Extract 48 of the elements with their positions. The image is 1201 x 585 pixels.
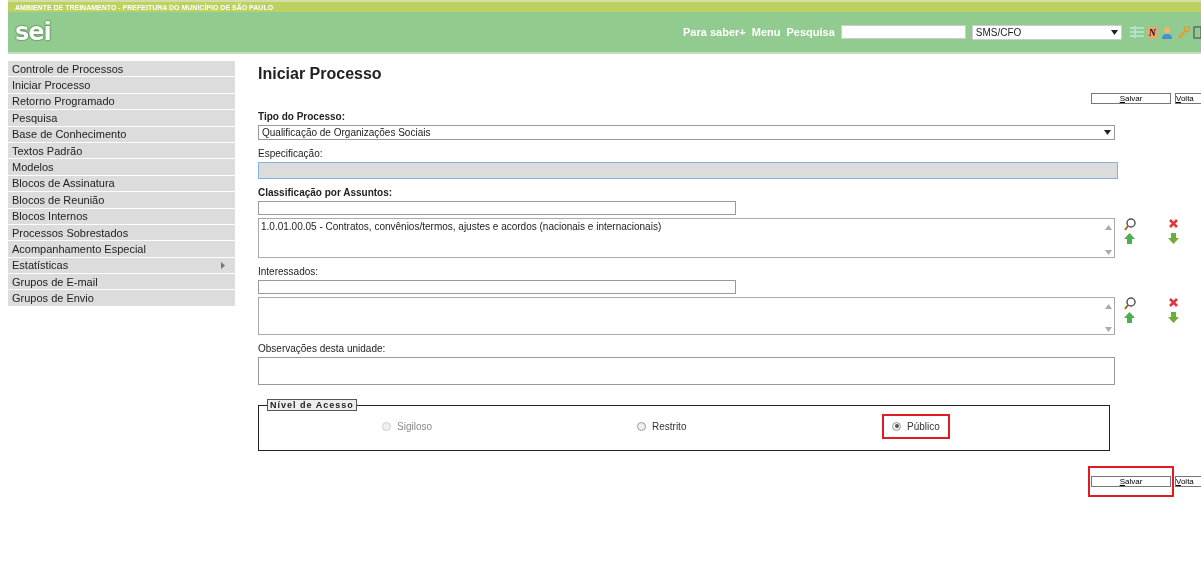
- exit-icon[interactable]: [1193, 25, 1201, 39]
- subject-search-field[interactable]: [258, 201, 736, 215]
- specification-field[interactable]: [258, 162, 1118, 179]
- interested-search-field[interactable]: [258, 280, 736, 294]
- field-label: Tipo do Processo:: [258, 111, 347, 122]
- arrow-down-icon[interactable]: [1168, 312, 1179, 323]
- arrow-down-icon[interactable]: [1168, 233, 1179, 244]
- notes-field[interactable]: [258, 357, 1115, 385]
- arrow-up-icon[interactable]: [1124, 312, 1135, 323]
- remove-icon[interactable]: [1168, 218, 1179, 229]
- dropdown-caret-icon: [1104, 130, 1111, 135]
- field-label: Observações desta unidade:: [258, 343, 387, 354]
- user-icon[interactable]: [1161, 25, 1173, 39]
- radio-option[interactable]: Restrito: [629, 415, 695, 437]
- magnifier-icon[interactable]: [1124, 297, 1136, 310]
- unit-select[interactable]: SMS/CFO: [971, 24, 1122, 40]
- menu-item[interactable]: Acompanhamento Especial: [8, 241, 235, 258]
- menu-item[interactable]: Controle de Processos: [8, 61, 235, 78]
- menu-item[interactable]: Pesquisa: [8, 110, 235, 127]
- radio-option[interactable]: Público: [884, 415, 948, 437]
- search-field[interactable]: [840, 25, 966, 39]
- notes-icon[interactable]: N: [1146, 26, 1158, 38]
- remove-icon[interactable]: [1168, 297, 1179, 308]
- dropdown-caret-icon: [1110, 29, 1118, 35]
- menu-item[interactable]: Grupos de E-mail: [8, 274, 235, 291]
- interested-list[interactable]: [258, 297, 1115, 335]
- group-legend: Nível de Acesso: [267, 399, 357, 411]
- scroll-down-icon: [1104, 327, 1112, 332]
- scroll-up-icon: [1104, 304, 1112, 309]
- save-button[interactable]: Salvar: [1091, 476, 1171, 487]
- scroll-up-icon: [1104, 225, 1112, 230]
- field-label: Especificação:: [258, 148, 324, 159]
- magnifier-icon[interactable]: [1124, 218, 1136, 231]
- field-label: Classificação por Assuntos:: [258, 187, 394, 198]
- back-button[interactable]: Volta: [1175, 93, 1201, 104]
- save-button[interactable]: Salvar: [1091, 93, 1171, 104]
- process-type-select[interactable]: Qualificação de Organizações Sociais: [258, 125, 1115, 140]
- subject-list[interactable]: 1.0.01.00.05 - Contratos, convênios/termos, ajustes e acordos (nacionais e internacionais): [258, 218, 1115, 258]
- subject-item[interactable]: 1.0.01.00.05 - Contratos, convênios/termos, ajustes e acordos (nacionais e internacionais): [261, 221, 662, 232]
- arrow-up-icon[interactable]: [1124, 233, 1135, 244]
- menu-item[interactable]: Modelos: [8, 159, 235, 176]
- menu-item[interactable]: Iniciar Processo: [8, 77, 235, 94]
- field-label: Interessados:: [258, 266, 320, 277]
- page-title: Iniciar Processo: [258, 65, 383, 83]
- menu-item[interactable]: Blocos de Reunião: [8, 192, 235, 209]
- back-button[interactable]: Volta: [1175, 476, 1201, 487]
- scroll-down-icon: [1104, 250, 1112, 255]
- menu-item[interactable]: Grupos de Envio: [8, 290, 235, 307]
